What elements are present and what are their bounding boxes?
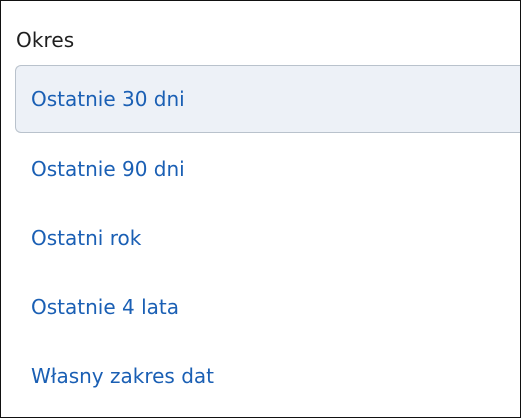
period-option-last-90-days[interactable]: Ostatnie 90 dni [15, 134, 520, 203]
period-option-custom-range[interactable]: Własny zakres dat [15, 341, 520, 410]
period-option-last-year[interactable]: Ostatni rok [15, 203, 520, 272]
period-option-last-4-years[interactable]: Ostatnie 4 lata [15, 272, 520, 341]
period-option-last-30-days[interactable]: Ostatnie 30 dni [15, 65, 520, 133]
period-filter-panel: Okres Ostatnie 30 dni Ostatnie 90 dni Os… [0, 0, 521, 418]
period-filter-title: Okres [16, 28, 75, 52]
period-options-list: Ostatnie 30 dni Ostatnie 90 dni Ostatni … [15, 65, 520, 410]
